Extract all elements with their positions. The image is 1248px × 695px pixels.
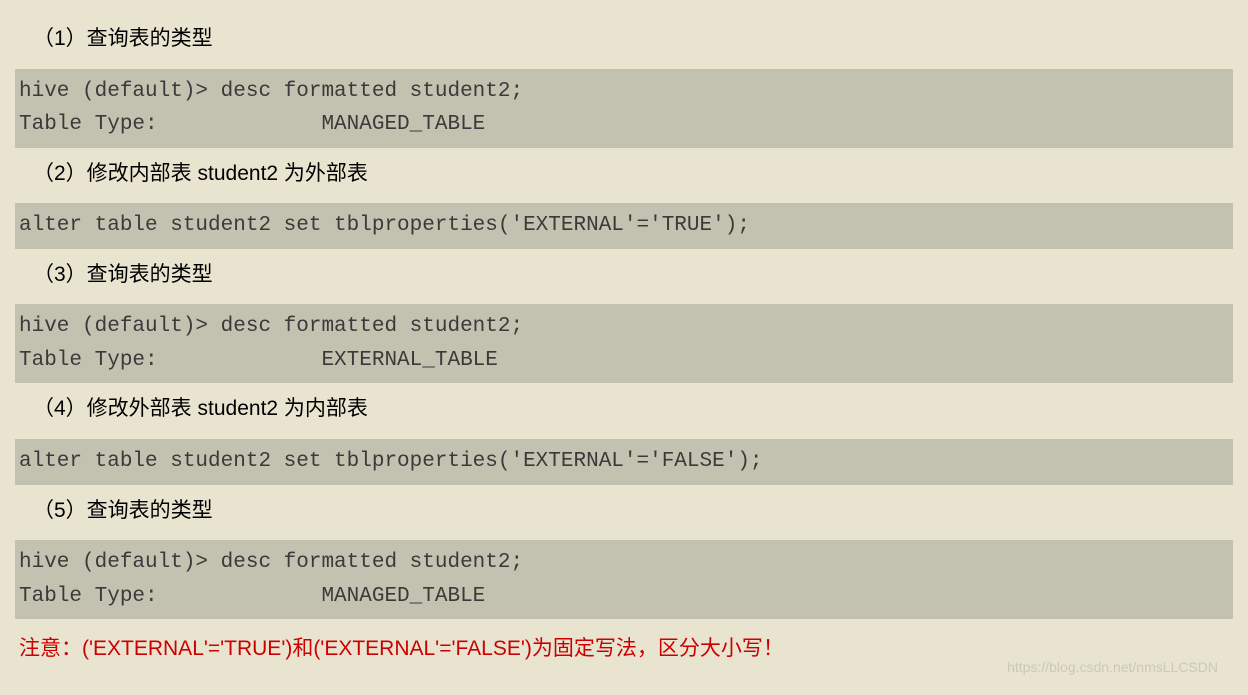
step-5-code: hive (default)> desc formatted student2;…: [15, 540, 1233, 619]
step-3-label: （3）查询表的类型: [15, 251, 1233, 303]
step-4-label: （4）修改外部表 student2 为内部表: [15, 385, 1233, 437]
step-1-label: （1）查询表的类型: [15, 15, 1233, 67]
step-2-code: alter table student2 set tblproperties('…: [15, 203, 1233, 249]
watermark-text: https://blog.csdn.net/nmsLLCSDN: [1007, 659, 1218, 675]
step-1-code: hive (default)> desc formatted student2;…: [15, 69, 1233, 148]
step-2-label: （2）修改内部表 student2 为外部表: [15, 150, 1233, 202]
content-container: （1）查询表的类型 hive (default)> desc formatted…: [15, 15, 1233, 669]
step-5-label: （5）查询表的类型: [15, 487, 1233, 539]
step-3-code: hive (default)> desc formatted student2;…: [15, 304, 1233, 383]
step-4-code: alter table student2 set tblproperties('…: [15, 439, 1233, 485]
